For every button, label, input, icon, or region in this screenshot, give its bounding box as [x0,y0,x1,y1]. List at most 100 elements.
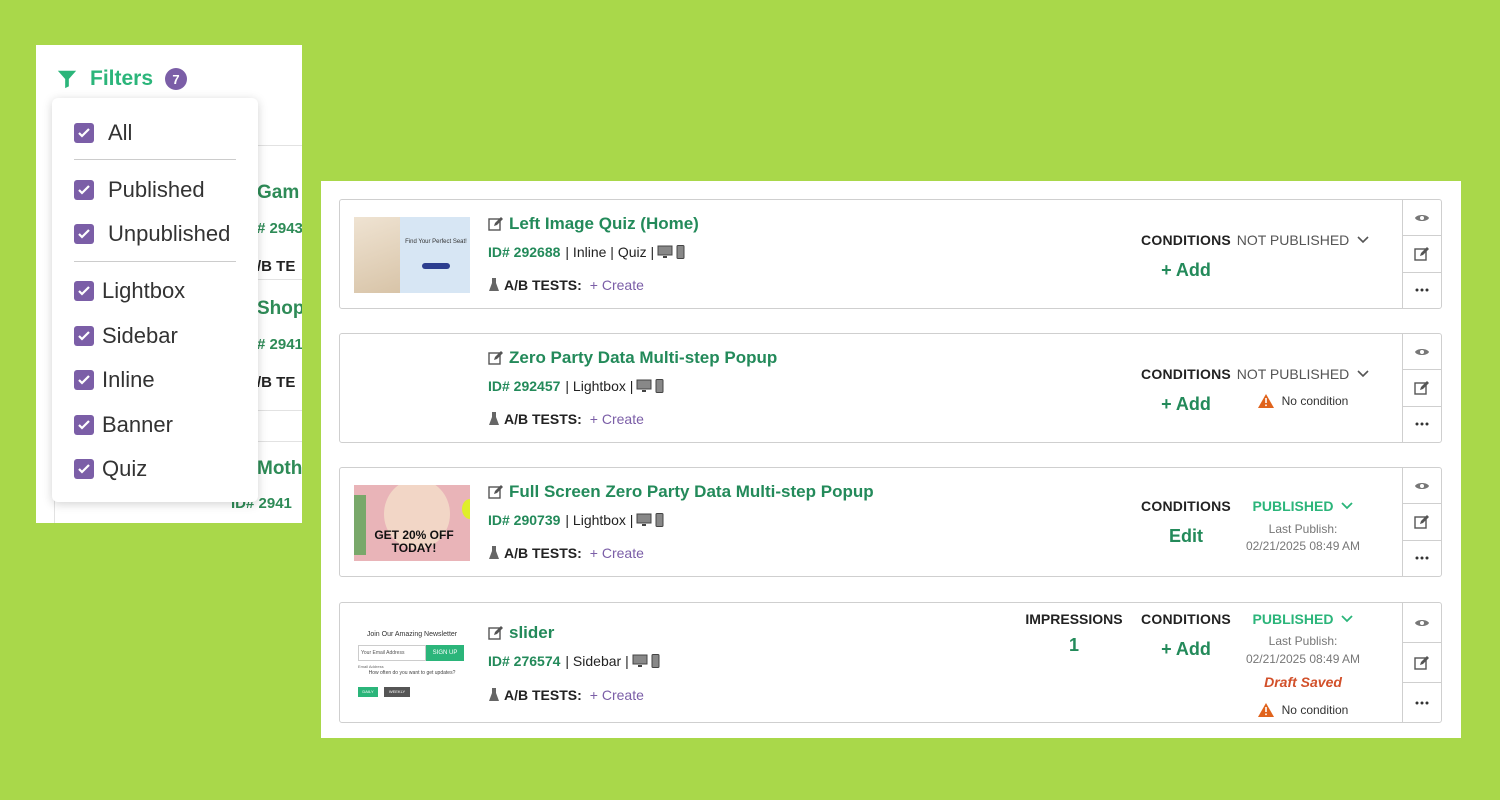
edit-icon [1414,514,1429,529]
chevron-down-icon [1357,370,1369,378]
warning-text: No condition [1281,394,1349,408]
ab-tests-row: A/B TESTS: + Create [488,277,644,293]
campaign-title-row[interactable]: slider [488,623,554,643]
campaign-title-row[interactable]: Full Screen Zero Party Data Multi-step P… [488,482,874,502]
more-options-button[interactable] [1403,541,1441,576]
filter-option-sidebar[interactable]: Sidebar [74,323,178,349]
preview-button[interactable] [1403,468,1441,505]
thumbnail-text: GET 20% OFF TODAY! [374,528,454,555]
filter-option-lightbox[interactable]: Lightbox [74,278,185,304]
filter-option-inline[interactable]: Inline [74,367,155,393]
mobile-icon [655,513,664,527]
campaign-meta: ID# 276574 | Sidebar | [488,653,660,669]
edit-button[interactable] [1403,643,1441,683]
thumbnail-photo [354,217,400,293]
thumbnail-heading: Join Our Amazing Newsletter [366,631,458,638]
check-icon [78,185,90,195]
check-icon [78,420,90,430]
check-icon [78,375,90,385]
campaign-title-row[interactable]: Zero Party Data Multi-step Popup [488,348,777,368]
filter-dropdown: All Published Unpublished Lightbox Sideb… [52,98,258,502]
campaign-name[interactable]: Shop [257,298,302,320]
campaign-title[interactable]: Left Image Quiz (Home) [509,214,699,234]
status-dropdown[interactable]: NOT PUBLISHED [1223,366,1383,382]
preview-button[interactable] [1403,334,1441,371]
filters-title: Filters [90,67,154,90]
campaign-name[interactable]: Moth [257,458,302,480]
filter-option-unpublished[interactable]: Unpublished [74,221,230,247]
create-ab-test-link[interactable]: + Create [590,545,644,561]
last-publish-date: 02/21/2025 08:49 AM [1245,652,1361,666]
campaign-type: | Sidebar | [565,653,629,669]
flask-icon [489,412,499,425]
ab-tests-label: A/B TESTS: [504,687,582,703]
filter-option-label: Sidebar [102,323,178,348]
last-publish-label: Last Publish: [1268,634,1338,648]
filter-option-banner[interactable]: Banner [74,412,173,438]
checkbox[interactable] [74,459,94,479]
preview-button[interactable] [1403,200,1441,237]
checkbox[interactable] [74,180,94,200]
warning-text: No condition [1281,703,1349,717]
status-dropdown[interactable]: NOT PUBLISHED [1223,232,1383,248]
filter-option-quiz[interactable]: Quiz [74,456,147,482]
filters-toggle[interactable]: Filters 7 [56,67,188,91]
preview-button[interactable] [1403,603,1441,643]
edit-button[interactable] [1403,370,1441,407]
status-dropdown[interactable]: PUBLISHED [1223,498,1383,514]
checkbox[interactable] [74,370,94,390]
campaign-thumbnail[interactable]: Find Your Perfect Seat! [354,217,470,293]
status-label: PUBLISHED [1252,611,1334,627]
create-ab-test-link[interactable]: + Create [590,411,644,427]
campaign-type: | Inline | Quiz | [565,244,655,260]
edit-pencil-icon [488,626,503,640]
edit-button[interactable] [1403,236,1441,273]
checkbox[interactable] [74,224,94,244]
edit-button[interactable] [1403,504,1441,541]
campaign-title[interactable]: Zero Party Data Multi-step Popup [509,348,777,368]
campaign-title[interactable]: slider [509,623,554,643]
campaign-id: ID# 290739 [488,512,561,528]
more-options-button[interactable] [1403,273,1441,308]
more-options-button[interactable] [1403,683,1441,722]
campaign-card: Zero Party Data Multi-step Popup ID# 292… [339,333,1442,443]
add-condition-link[interactable]: + Add [1131,260,1241,281]
campaign-title[interactable]: Full Screen Zero Party Data Multi-step P… [509,482,874,502]
more-options-button[interactable] [1403,407,1441,442]
filter-option-all[interactable]: All [74,120,132,146]
eye-icon [1415,348,1429,355]
check-icon [78,229,90,239]
check-icon [78,464,90,474]
divider [74,159,236,160]
edit-pencil-icon [488,485,503,499]
checkbox[interactable] [74,415,94,435]
thumbnail-option-weekly: WEEKLY [384,687,410,697]
ab-tests-row: A/B TESTS: + Create [488,687,644,703]
campaign-thumbnail[interactable]: GET 20% OFF TODAY! [354,485,470,561]
last-publish-date: 02/21/2025 08:49 AM [1245,539,1361,553]
ab-tests-label: A/B TESTS: [504,411,582,427]
create-ab-test-link[interactable]: + Create [590,687,644,703]
create-ab-test-link[interactable]: + Create [590,277,644,293]
filter-option-label: Quiz [102,456,148,481]
status-label: PUBLISHED [1252,498,1334,514]
thumbnail-field-label: Email Address [358,664,384,669]
status-dropdown[interactable]: PUBLISHED [1223,611,1383,627]
thumbnail-button [422,263,450,269]
more-dots-icon [1415,422,1429,426]
checkbox[interactable] [74,326,94,346]
campaign-id: ID# 292688 [488,244,561,260]
campaign-thumbnail[interactable]: Join Our Amazing Newsletter Your Email A… [354,627,470,703]
filter-option-label: Banner [102,412,173,437]
more-dots-icon [1415,701,1429,704]
campaign-meta: ID# 290739 | Lightbox | [488,512,664,528]
campaign-name[interactable]: Gam [257,182,299,204]
edit-icon [1414,246,1429,261]
checkbox[interactable] [74,123,94,143]
checkbox[interactable] [74,281,94,301]
filter-option-label: Lightbox [102,278,186,303]
ab-tests-label: /B TE [257,374,296,391]
campaign-title-row[interactable]: Left Image Quiz (Home) [488,214,699,234]
chevron-down-icon [1341,502,1354,510]
filter-option-published[interactable]: Published [74,177,205,203]
